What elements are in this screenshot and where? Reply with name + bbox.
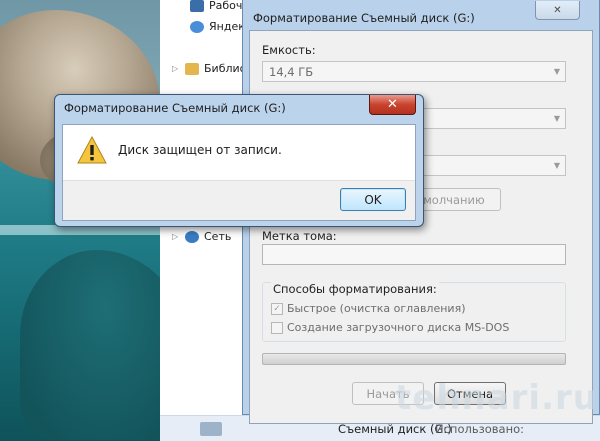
error-message: Диск защищен от записи. (118, 143, 282, 157)
msdos-boot-label: Создание загрузочного диска MS-DOS (287, 321, 510, 334)
error-dialog: Форматирование Съемный диск (G:) ✕ Диск … (54, 94, 424, 227)
volume-label-label: Метка тома: (262, 229, 337, 243)
chevron-down-icon: ▼ (553, 67, 560, 76)
checkbox-unchecked-icon (271, 321, 283, 334)
expand-arrow-icon[interactable]: ▷ (172, 232, 180, 241)
capacity-select[interactable]: 14,4 ГБ ▼ (262, 61, 566, 82)
capacity-value: 14,4 ГБ (269, 65, 314, 79)
quick-format-checkbox[interactable]: ✓ Быстрое (очистка оглавления) (271, 302, 465, 315)
error-dialog-title: Форматирование Съемный диск (G:) (64, 101, 286, 115)
desktop-folder-icon (190, 0, 204, 12)
libraries-folder-icon (185, 62, 199, 75)
quick-format-label: Быстрое (очистка оглавления) (287, 302, 466, 315)
nav-item-label: Сеть (204, 230, 232, 243)
nav-item-network[interactable]: ▷ Сеть (172, 230, 231, 243)
chevron-down-icon: ▼ (553, 161, 560, 170)
error-dialog-body: Диск защищен от записи. OK (62, 124, 416, 221)
capacity-label: Емкость: (262, 43, 316, 57)
format-dialog-body: Емкость: 14,4 ГБ ▼ ▼ ▼ умолчанию Метка т… (249, 30, 593, 424)
format-dialog-title: Форматирование Съемный диск (G:) (253, 11, 475, 25)
ok-label: OK (364, 192, 382, 207)
format-progress-bar (262, 353, 566, 365)
site-watermark: tehnari.ru (395, 378, 598, 418)
ok-button[interactable]: OK (340, 188, 406, 211)
checkbox-checked-icon: ✓ (271, 302, 283, 315)
network-icon (185, 230, 199, 243)
close-icon: ✕ (553, 4, 562, 16)
warning-icon (77, 136, 107, 164)
drive-icon (200, 422, 222, 436)
chevron-down-icon: ▼ (553, 114, 560, 123)
format-options-group: Способы форматирования: ✓ Быстрое (очист… (262, 282, 566, 342)
format-options-label: Способы форматирования: (271, 282, 439, 296)
wallpaper-underwater-rock (20, 250, 180, 440)
expand-arrow-icon[interactable]: ▷ (172, 64, 180, 73)
close-icon: ✕ (387, 97, 398, 112)
msdos-boot-checkbox[interactable]: Создание загрузочного диска MS-DOS (271, 321, 509, 334)
format-dialog-close-button[interactable]: ✕ (535, 1, 580, 20)
yandex-disk-icon (190, 20, 204, 33)
status-used-label: Использовано: (435, 422, 525, 436)
volume-label-input[interactable] (262, 244, 566, 265)
error-dialog-close-button[interactable]: ✕ (369, 95, 416, 115)
restore-defaults-label: умолчанию (416, 192, 485, 207)
